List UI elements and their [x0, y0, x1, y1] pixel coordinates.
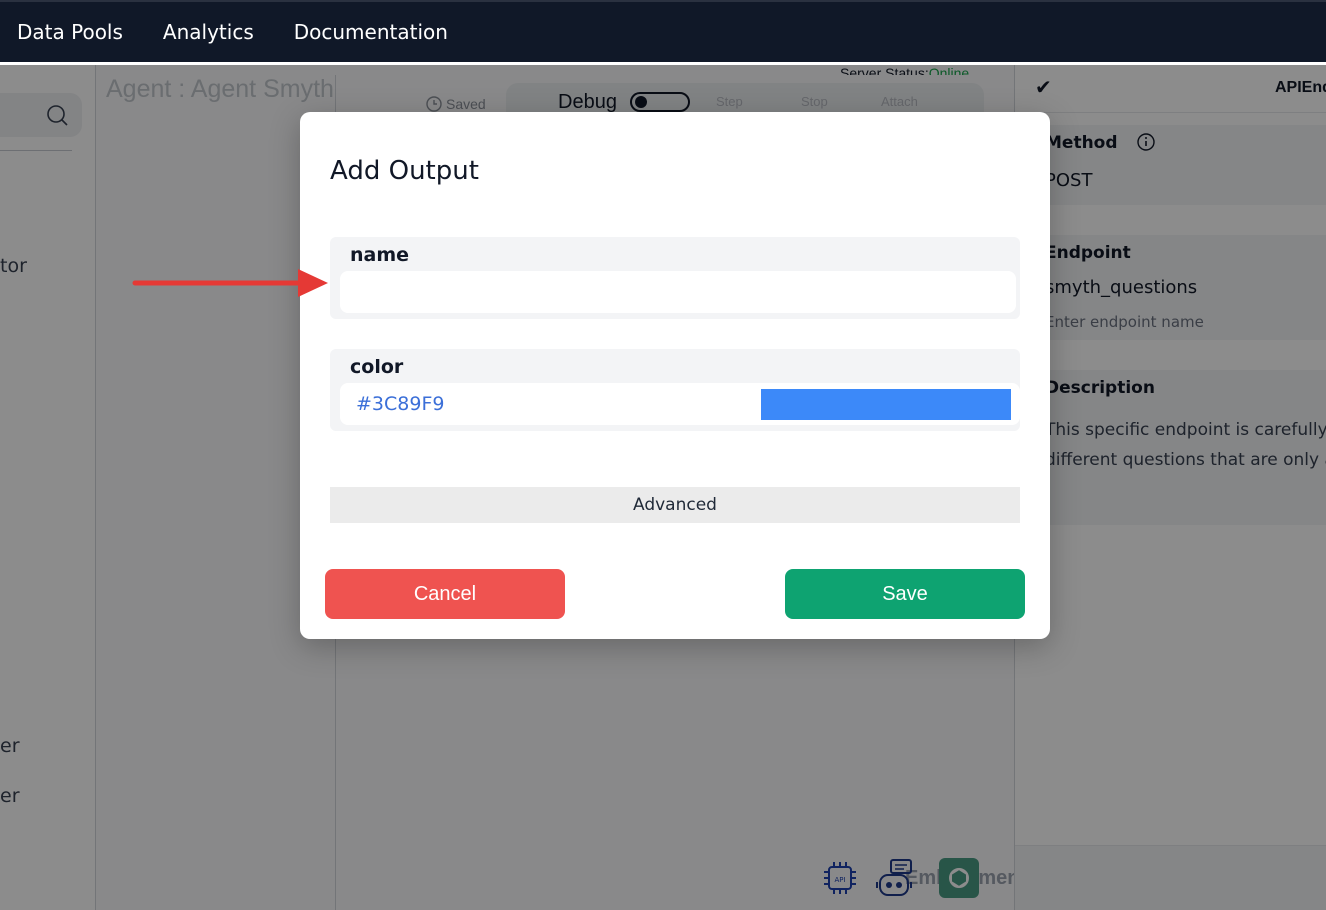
cancel-button[interactable]: Cancel [325, 569, 565, 619]
color-input[interactable]: #3C89F9 [340, 383, 1020, 425]
nav-item-data-pools[interactable]: Data Pools [17, 20, 123, 44]
advanced-toggle[interactable]: Advanced [330, 487, 1020, 523]
name-label: name [350, 244, 410, 266]
dialog-title: Add Output [330, 156, 479, 186]
color-label: color [350, 356, 404, 378]
color-swatch[interactable] [761, 389, 1011, 420]
nav-item-analytics[interactable]: Analytics [163, 20, 254, 44]
save-button[interactable]: Save [785, 569, 1025, 619]
color-value[interactable]: #3C89F9 [356, 393, 444, 415]
name-input[interactable] [340, 271, 1016, 313]
annotation-arrow-icon [132, 269, 328, 297]
name-field: name [330, 237, 1020, 319]
color-field: color #3C89F9 [330, 349, 1020, 431]
add-output-dialog: Add Output name color #3C89F9 Advanced C… [300, 112, 1050, 639]
top-nav: Data Pools Analytics Documentation [0, 0, 1326, 62]
nav-item-documentation[interactable]: Documentation [294, 20, 448, 44]
